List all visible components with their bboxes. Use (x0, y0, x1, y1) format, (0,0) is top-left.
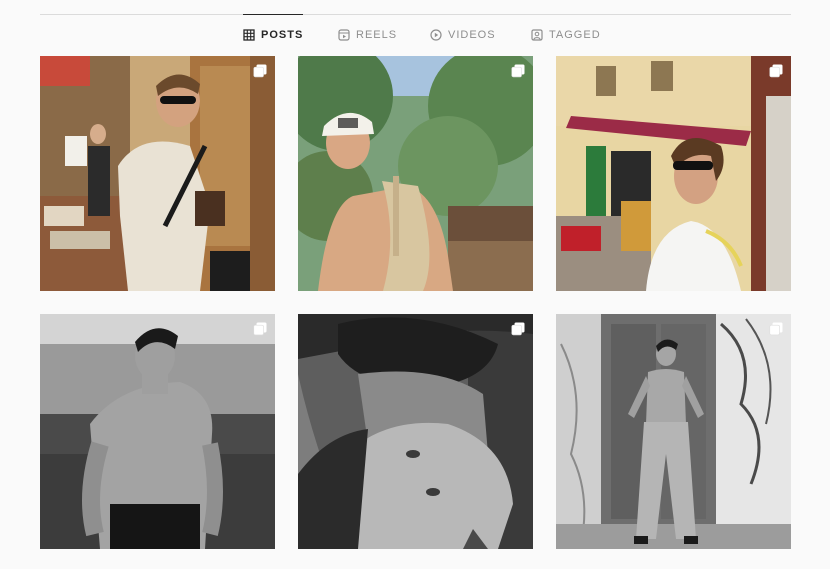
tab-videos-label: VIDEOS (448, 29, 496, 41)
post-photo (40, 56, 275, 291)
tab-videos[interactable]: VIDEOS (430, 15, 496, 55)
multiple-photos-icon (769, 322, 783, 336)
profile-tabs: POSTS REELS VIDEOS TAGGED (0, 14, 830, 55)
post-tile-3[interactable] (556, 56, 791, 291)
post-tile-5[interactable] (298, 314, 533, 549)
grid-icon (243, 29, 255, 41)
multiple-photos-icon (511, 322, 525, 336)
tab-reels[interactable]: REELS (338, 15, 397, 55)
tab-reels-label: REELS (356, 29, 398, 41)
reels-icon (338, 29, 350, 41)
multiple-photos-icon (253, 322, 267, 336)
post-photo (40, 314, 275, 549)
multiple-photos-icon (253, 64, 267, 78)
post-tile-1[interactable] (40, 56, 275, 291)
play-circle-icon (430, 29, 442, 41)
tagged-user-icon (531, 29, 543, 41)
tab-posts-label: POSTS (261, 29, 304, 41)
post-photo (298, 314, 533, 549)
tab-tagged-label: TAGGED (549, 29, 601, 41)
post-tile-6[interactable] (556, 314, 791, 549)
tab-tagged[interactable]: TAGGED (531, 15, 601, 55)
multiple-photos-icon (511, 64, 525, 78)
multiple-photos-icon (769, 64, 783, 78)
post-photo (298, 56, 533, 291)
tab-posts[interactable]: POSTS (243, 14, 304, 55)
post-tile-4[interactable] (40, 314, 275, 549)
post-photo (556, 56, 791, 291)
post-photo (556, 314, 791, 549)
post-tile-2[interactable] (298, 56, 533, 291)
